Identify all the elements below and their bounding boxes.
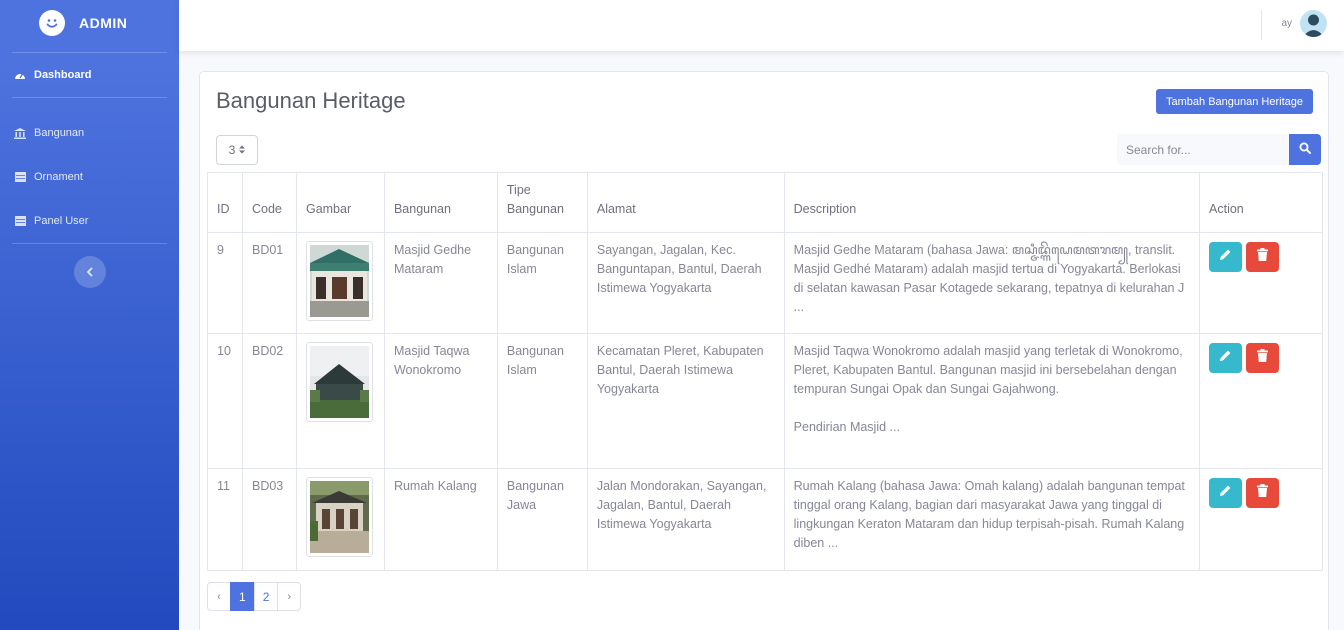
description-text: Masjid Taqwa Wonokromo adalah masjid yan… — [793, 344, 1183, 396]
pencil-icon — [1219, 484, 1232, 503]
column-header[interactable]: Gambar — [295, 172, 385, 233]
pagination: ‹ 1 2 › — [207, 582, 302, 611]
edit-button[interactable] — [1209, 242, 1243, 272]
user-dropdown[interactable]: ay — [1281, 10, 1327, 37]
search-group — [1117, 134, 1321, 165]
table-row: 11 BD03 Rumah Kalang Bangunan Jawa Jalan… — [207, 468, 1323, 571]
chevron-left-icon — [86, 265, 94, 280]
bangunan-table: ID Code Gambar Bangunan Tipe Bangunan Al… — [207, 172, 1323, 571]
pencil-icon — [1219, 248, 1232, 267]
delete-button[interactable] — [1246, 242, 1280, 272]
cell-action — [1199, 468, 1323, 571]
column-header[interactable]: Description — [783, 172, 1201, 233]
trash-icon — [1257, 247, 1269, 267]
sidebar-item-label: Bangunan — [34, 127, 85, 139]
topbar-divider — [1261, 10, 1262, 40]
thumbnail-image[interactable] — [305, 241, 373, 321]
pagination-page[interactable]: 2 — [253, 582, 279, 611]
pagination-page[interactable]: 1 — [230, 582, 255, 611]
cell-action — [1199, 232, 1323, 334]
sidebar-divider — [12, 243, 167, 244]
cell-gambar — [295, 468, 385, 571]
sidebar-item-label: Dashboard — [34, 69, 92, 81]
search-button[interactable] — [1289, 134, 1321, 165]
sidebar-item-ornament[interactable]: Ornament — [0, 155, 179, 199]
avatar — [1300, 10, 1327, 37]
cell-alamat: Jalan Mondorakan, Sayangan, Jagalan, Ban… — [586, 468, 785, 571]
edit-button[interactable] — [1209, 343, 1243, 373]
cell-gambar — [295, 232, 385, 334]
table-icon — [14, 215, 26, 227]
sidebar-item-panel-user[interactable]: Panel User — [0, 199, 179, 243]
cell-tipe: Bangunan Islam — [496, 232, 588, 334]
sidebar-item-dashboard[interactable]: Dashboard — [0, 53, 179, 97]
cell-description: Rumah Kalang (bahasa Jawa: Omah kalang) … — [783, 468, 1201, 571]
thumbnail-image[interactable] — [305, 342, 373, 422]
thumbnail-image[interactable] — [305, 477, 373, 557]
sidebar-toggle-button[interactable] — [73, 256, 106, 288]
cell-action — [1199, 333, 1323, 469]
delete-button[interactable] — [1246, 343, 1280, 373]
search-input[interactable] — [1117, 134, 1289, 165]
cell-bangunan: Masjid Gedhe Mataram — [383, 232, 498, 334]
table-row: 10 BD02 Masjid Taqwa Wonokromo Bangunan … — [207, 333, 1323, 469]
cell-tipe: Bangunan Jawa — [496, 468, 588, 571]
pagination-next[interactable]: › — [277, 582, 302, 611]
sort-arrows-icon — [239, 143, 246, 157]
column-header[interactable]: ID — [207, 172, 243, 233]
brand[interactable]: ADMIN — [0, 0, 179, 45]
sidebar-item-bangunan[interactable]: Bangunan — [0, 111, 179, 155]
column-header[interactable]: Alamat — [586, 172, 785, 233]
cell-alamat: Kecamatan Pleret, Kabupaten Bantul, Daer… — [586, 333, 785, 469]
delete-button[interactable] — [1246, 478, 1280, 508]
pagination-prev[interactable]: ‹ — [207, 582, 231, 611]
trash-icon — [1257, 483, 1269, 503]
description-text: Rumah Kalang (bahasa Jawa: Omah kalang) … — [793, 479, 1185, 550]
search-icon — [1299, 142, 1311, 157]
column-header[interactable]: Tipe Bangunan — [496, 172, 588, 233]
column-header[interactable]: Action — [1199, 172, 1323, 233]
sidebar-item-label: Panel User — [34, 215, 89, 227]
cell-code: BD02 — [241, 333, 297, 469]
content-card: Bangunan Heritage Tambah Bangunan Herita… — [199, 71, 1329, 630]
per-page-value: 3 — [228, 143, 236, 157]
description-text: Masjid Gedhe Mataram (bahasa Jawa: ꦩꦱ꧀ꦗꦶ… — [793, 243, 1185, 314]
dashboard-icon — [14, 69, 26, 81]
cell-code: BD03 — [241, 468, 297, 571]
sidebar-divider — [12, 97, 167, 98]
trash-icon — [1257, 348, 1269, 368]
cell-id: 11 — [207, 468, 243, 571]
cell-alamat: Sayangan, Jagalan, Kec. Banguntapan, Ban… — [586, 232, 785, 334]
brand-title: ADMIN — [79, 14, 128, 31]
column-header[interactable]: Bangunan — [383, 172, 498, 233]
cell-gambar — [295, 333, 385, 469]
description-more-text: Pendirian Masjid ... — [793, 420, 900, 434]
cell-bangunan: Masjid Taqwa Wonokromo — [383, 333, 498, 469]
smile-logo-icon — [39, 9, 65, 36]
topbar: ay — [179, 0, 1344, 51]
table-row: 9 BD01 Masjid Gedhe Mataram Bangunan Isl… — [207, 232, 1323, 334]
cell-tipe: Bangunan Islam — [496, 333, 588, 469]
table-icon — [14, 171, 26, 183]
page-title: Bangunan Heritage — [216, 88, 406, 113]
edit-button[interactable] — [1209, 478, 1243, 508]
per-page-select[interactable]: 3 — [216, 135, 258, 165]
cell-code: BD01 — [241, 232, 297, 334]
sidebar: ADMIN Dashboard Bangunan Ornament Panel … — [0, 0, 179, 630]
building-icon — [14, 127, 26, 139]
add-bangunan-button[interactable]: Tambah Bangunan Heritage — [1156, 89, 1313, 114]
cell-id: 9 — [207, 232, 243, 334]
username: ay — [1281, 18, 1292, 29]
cell-id: 10 — [207, 333, 243, 469]
sidebar-item-label: Ornament — [34, 171, 83, 183]
pencil-icon — [1219, 349, 1232, 368]
column-header[interactable]: Code — [241, 172, 297, 233]
table-header-row: ID Code Gambar Bangunan Tipe Bangunan Al… — [207, 172, 1323, 233]
cell-description: Masjid Taqwa Wonokromo adalah masjid yan… — [783, 333, 1201, 469]
cell-bangunan: Rumah Kalang — [383, 468, 498, 571]
cell-description: Masjid Gedhe Mataram (bahasa Jawa: ꦩꦱ꧀ꦗꦶ… — [783, 232, 1201, 334]
